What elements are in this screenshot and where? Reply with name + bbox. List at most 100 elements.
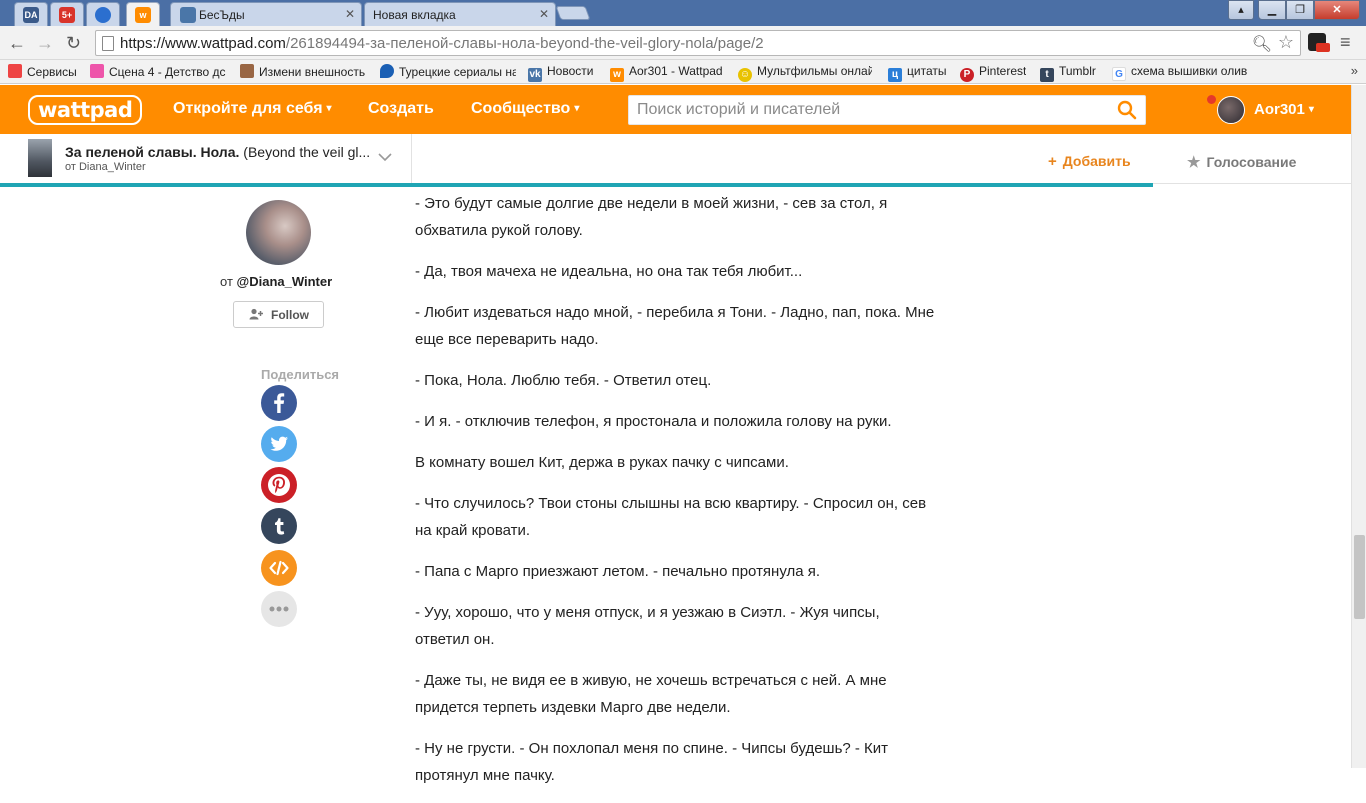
story-paragraph: - Ну не грусти. - Он похлопал меня по сп… [415, 740, 889, 784]
nav-create[interactable]: Создать [368, 100, 434, 118]
search-input[interactable] [629, 96, 1109, 124]
bookmark-wattpad[interactable]: w Aor301 - Wattpad [610, 64, 723, 82]
reload-icon[interactable]: ↻ [66, 33, 81, 53]
user-menu[interactable]: Aor301 ▾ [1254, 101, 1314, 118]
nav-community[interactable]: Сообщество ▾ [471, 100, 579, 118]
tab-close-icon[interactable]: ✕ [539, 7, 549, 21]
window-controls: ▴ ▁ ❐ ✕ [1228, 0, 1360, 20]
bookmark-change-look[interactable]: Измени внешность [240, 64, 365, 79]
caret-down-icon: ▾ [1308, 104, 1314, 115]
bookmark-label: Pinterest [979, 64, 1027, 78]
story-paragraph: - Даже ты, не видя ее в живую, не хочешь… [415, 672, 887, 716]
close-window-button[interactable]: ✕ [1314, 0, 1360, 20]
bookmark-label: Турецкие сериалы на [399, 65, 516, 79]
notification-dot [1207, 95, 1216, 104]
tab-new-tab[interactable]: Новая вкладка ✕ [364, 2, 556, 26]
embed-share-button[interactable] [261, 550, 297, 586]
bookmark-label: Сервисы [27, 65, 77, 79]
twitter-share-button[interactable] [261, 426, 297, 462]
cake-icon [240, 64, 254, 78]
wattpad-header: wattpad Откройте для себя ▾ Создать Сообщ… [0, 85, 1351, 134]
divider [411, 134, 412, 184]
smile-icon: ☺ [738, 68, 752, 82]
user-profile-icon[interactable]: ▴ [1228, 0, 1254, 20]
extension-badge [1316, 43, 1330, 52]
follow-button[interactable]: Follow [233, 301, 324, 328]
bookmark-embroidery[interactable]: Gсхема вышивки олив [1112, 64, 1252, 81]
more-dots-icon [269, 606, 289, 612]
story-paragraph: В комнату вошел Кит, держа в руках пачку… [415, 454, 789, 471]
add-to-library-button[interactable]: + Добавить [1048, 153, 1131, 170]
bookmark-label: Aor301 - Wattpad [629, 64, 723, 78]
story-text: - Это будут самые долгие две недели в мо… [415, 190, 935, 803]
more-share-button[interactable] [261, 591, 297, 627]
pinterest-share-button[interactable] [261, 467, 297, 503]
story-title[interactable]: За пеленой славы. Нола. (Beyond the veil… [65, 144, 375, 160]
wattpad-favicon-icon: w [135, 7, 151, 23]
new-tab-button[interactable] [555, 6, 591, 20]
star-icon: ★ [1187, 154, 1201, 171]
vote-button[interactable]: ★ Голосование [1187, 153, 1296, 171]
search-box [628, 95, 1146, 125]
tab-pinned-blue[interactable] [86, 2, 120, 26]
story-cover-thumbnail[interactable] [28, 139, 52, 177]
tab-close-icon[interactable]: ✕ [345, 7, 355, 21]
q-icon: ц [888, 68, 902, 82]
bookmark-label: Сцена 4 - Детство дс [109, 65, 226, 79]
story-bar: За пеленой славы. Нола. (Beyond the veil… [0, 134, 1351, 184]
bookmark-services[interactable]: Сервисы [8, 64, 77, 79]
wattpad-logo[interactable]: wattpad [28, 95, 143, 125]
chevron-down-icon[interactable] [377, 149, 393, 165]
tab-pinned-da[interactable]: DA [14, 2, 48, 26]
add-label: Добавить [1062, 153, 1131, 169]
address-bar[interactable]: https://www.wattpad.com/261894494-за-пел… [95, 30, 1301, 56]
bookmark-pinterest[interactable]: P Pinterest [960, 64, 1026, 82]
story-paragraph: - Ууу, хорошо, что у меня отпуск, и я уе… [415, 604, 880, 648]
url-text[interactable]: https://www.wattpad.com/261894494-за-пел… [120, 35, 764, 52]
back-arrow-icon[interactable]: ← [8, 33, 26, 53]
minimize-button[interactable]: ▁ [1258, 0, 1286, 20]
author-byline: от @Diana_Winter [220, 274, 332, 289]
bookmark-label: Новости [547, 64, 594, 78]
browser-tab-strip: DA 5+ w БесЪды ✕ Новая вкладка ✕ ▴ ▁ ❐ ✕ [0, 0, 1366, 26]
bookmark-quotes[interactable]: ц цитаты [888, 64, 946, 82]
bookmark-label: Tumblr [1059, 64, 1096, 78]
story-title-main: За пеленой славы. Нола. [65, 144, 240, 160]
user-avatar[interactable] [1217, 96, 1245, 124]
tab-title: БесЪды [199, 8, 245, 22]
author-handle[interactable]: @Diana_Winter [237, 274, 333, 289]
zoom-magnifier-icon[interactable]: 🔍︎ [1252, 34, 1272, 54]
bookmark-scene4[interactable]: Сцена 4 - Детство дс [90, 64, 226, 79]
tab-pinned-5plus[interactable]: 5+ [50, 2, 84, 26]
facebook-icon [274, 393, 285, 413]
bookmark-cartoons[interactable]: ☺ Мультфильмы онлай [738, 64, 872, 82]
bookmark-turkish-series[interactable]: Турецкие сериалы на [380, 64, 516, 79]
bookmark-tumblr[interactable]: t Tumblr [1040, 64, 1096, 82]
bookmarks-overflow-icon[interactable]: » [1351, 63, 1358, 78]
maximize-button[interactable]: ❐ [1286, 0, 1314, 20]
author-avatar[interactable] [246, 200, 311, 265]
blue-favicon-icon [95, 7, 111, 23]
search-icon[interactable] [1117, 100, 1137, 120]
bookmark-star-icon[interactable]: ☆ [1278, 32, 1294, 53]
forward-arrow-icon[interactable]: → [36, 33, 54, 53]
tab-pinned-wattpad[interactable]: w [126, 2, 160, 26]
bookmark-news[interactable]: vk Новости [528, 64, 593, 82]
tab-besedy[interactable]: БесЪды ✕ [170, 2, 362, 26]
story-paragraph: - Пока, Нола. Люблю тебя. - Ответил отец… [415, 372, 712, 389]
tumblr-share-button[interactable] [261, 508, 297, 544]
browser-toolbar: ← → ↻ https://www.wattpad.com/261894494-… [0, 26, 1366, 60]
story-paragraph: - Что случилось? Твои стоны слышны на вс… [415, 495, 927, 539]
tumblr-icon [275, 518, 285, 535]
username: Aor301 [1254, 101, 1305, 118]
chrome-menu-icon[interactable]: ≡ [1340, 33, 1351, 51]
bookmark-label: Мультфильмы онлай [757, 64, 872, 78]
tab-title: Новая вкладка [373, 8, 456, 22]
story-paragraph: - Это будут самые долгие две недели в мо… [415, 195, 888, 239]
page-scrollbar[interactable] [1351, 85, 1366, 768]
url-path: /261894494-за-пеленой-славы-нола-beyond-… [285, 35, 764, 52]
nav-community-label: Сообщество [471, 100, 571, 117]
facebook-share-button[interactable] [261, 385, 297, 421]
scrollbar-thumb[interactable] [1354, 535, 1365, 619]
nav-discover[interactable]: Откройте для себя ▾ [173, 100, 332, 118]
